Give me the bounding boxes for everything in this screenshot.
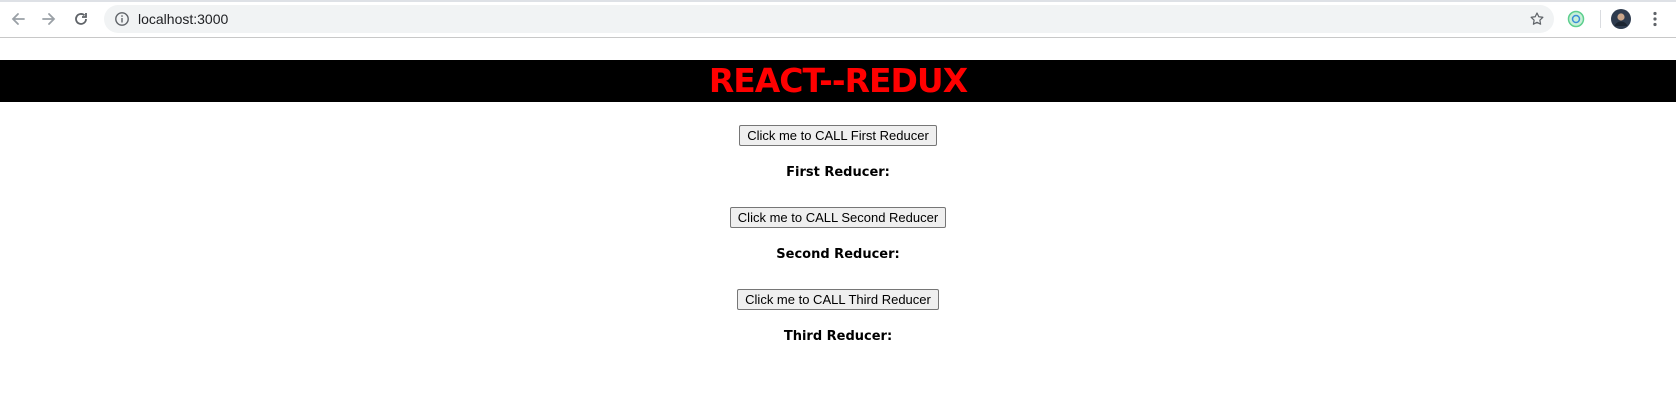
forward-button[interactable]	[35, 5, 63, 33]
profile-button[interactable]	[1611, 9, 1631, 29]
info-icon[interactable]	[114, 11, 130, 27]
toolbar-divider	[1600, 10, 1601, 28]
avatar	[1611, 9, 1631, 29]
back-arrow-icon	[11, 13, 25, 25]
second-reducer-section: Click me to CALL Second Reducer Second R…	[0, 207, 1676, 289]
call-first-reducer-button[interactable]: Click me to CALL First Reducer	[739, 125, 937, 146]
second-reducer-label: Second Reducer:	[776, 247, 900, 262]
header-banner: REACT--REDUX	[0, 60, 1676, 102]
menu-button[interactable]	[1645, 9, 1665, 29]
third-reducer-section: Click me to CALL Third Reducer Third Red…	[0, 289, 1676, 371]
first-reducer-label: First Reducer:	[786, 165, 890, 180]
browser-toolbar: localhost:3000	[0, 0, 1676, 38]
first-reducer-section: Click me to CALL First Reducer First Red…	[0, 125, 1676, 207]
extension-icon	[1567, 10, 1585, 28]
address-bar[interactable]: localhost:3000	[104, 5, 1554, 33]
call-third-reducer-button[interactable]: Click me to CALL Third Reducer	[737, 289, 939, 310]
extension-button[interactable]	[1566, 9, 1586, 29]
third-reducer-label: Third Reducer:	[783, 329, 893, 344]
main-content: Click me to CALL First Reducer First Red…	[0, 125, 1676, 371]
back-button[interactable]	[4, 5, 32, 33]
star-icon	[1530, 12, 1544, 25]
forward-arrow-icon	[42, 13, 56, 25]
url-text[interactable]: localhost:3000	[138, 10, 228, 28]
reload-icon	[75, 13, 87, 25]
reload-button[interactable]	[67, 5, 95, 33]
kebab-menu-icon	[1653, 11, 1657, 27]
bookmark-button[interactable]	[1528, 10, 1546, 28]
call-second-reducer-button[interactable]: Click me to CALL Second Reducer	[729, 207, 947, 228]
page-title: REACT--REDUX	[708, 61, 968, 100]
